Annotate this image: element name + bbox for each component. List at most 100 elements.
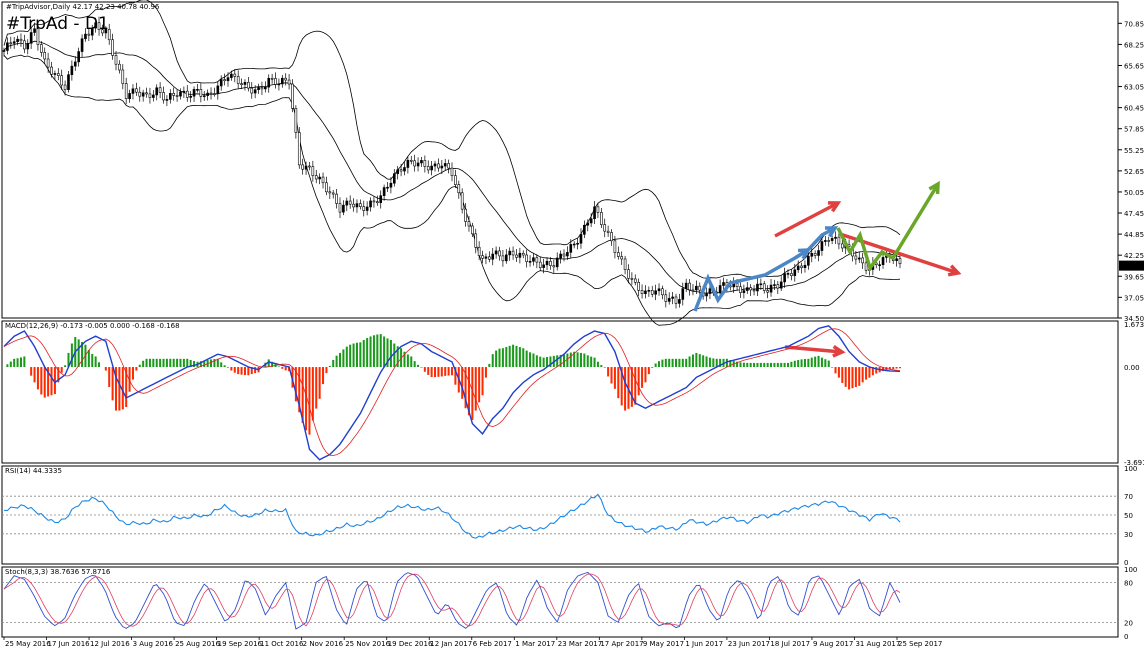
- price-axis-label: 63.05: [1124, 84, 1144, 92]
- macd-histogram-bar: [108, 367, 111, 388]
- macd-histogram-bar: [372, 335, 375, 368]
- macd-label: MACD(12,26,9) -0.173 -0.005 0.000 -0.168…: [5, 322, 180, 330]
- macd-histogram-bar: [715, 358, 718, 368]
- macd-histogram-bar: [641, 367, 644, 388]
- macd-histogram-bar: [413, 361, 416, 368]
- macd-histogram-bar: [335, 355, 338, 368]
- macd-histogram-bar: [437, 367, 440, 377]
- macd-histogram-bar: [135, 367, 138, 371]
- date-axis-label: 12 Jan 2017: [430, 640, 472, 648]
- macd-histogram-bar: [23, 356, 26, 368]
- rsi-axis-label: 100: [1124, 465, 1137, 473]
- date-axis-label: 18 Jul 2017: [770, 640, 810, 648]
- macd-histogram-bar: [814, 356, 817, 368]
- macd-histogram-bar: [505, 347, 508, 368]
- macd-histogram-bar: [447, 367, 450, 376]
- macd-histogram-bar: [450, 367, 454, 376]
- macd-histogram-bar: [94, 356, 97, 368]
- macd-histogram-bar: [6, 364, 9, 368]
- price-axis-label: 44.85: [1124, 231, 1144, 239]
- price-axis-label: 50.05: [1124, 189, 1144, 197]
- macd-histogram-bar: [142, 360, 145, 368]
- macd-histogram-bar: [797, 359, 800, 368]
- date-axis-label: 2 Nov 2016: [303, 640, 344, 648]
- macd-histogram-bar: [790, 361, 793, 368]
- macd-histogram-bar: [658, 361, 661, 368]
- macd-histogram-bar: [210, 359, 213, 368]
- macd-histogram-bar: [892, 367, 895, 370]
- macd-histogram-bar: [98, 362, 101, 368]
- date-axis-label: 25 Aug 2016: [175, 640, 220, 648]
- macd-histogram-bar: [159, 358, 162, 368]
- macd-histogram-bar: [644, 367, 647, 383]
- price-axis-label: 55.25: [1124, 147, 1144, 155]
- macd-histogram-bar: [868, 367, 871, 378]
- rsi-axis-label: 50: [1124, 512, 1133, 520]
- macd-histogram-bar: [820, 357, 823, 368]
- macd-histogram-bar: [678, 358, 681, 368]
- price-axis-label: 52.65: [1124, 168, 1144, 176]
- macd-histogram-bar: [247, 367, 250, 376]
- macd-histogram-bar: [827, 360, 830, 368]
- candle: [297, 127, 301, 169]
- macd-histogram-bar: [654, 363, 657, 368]
- macd-histogram-bar: [77, 339, 80, 368]
- macd-histogram-bar: [837, 367, 840, 378]
- macd-histogram-bar: [766, 362, 769, 368]
- macd-histogram-bar: [810, 357, 813, 368]
- macd-histogram-bar: [118, 367, 121, 411]
- macd-histogram-bar: [858, 367, 861, 386]
- macd-histogram-bar: [596, 361, 599, 368]
- date-axis-label: 19 Sep 2016: [218, 640, 263, 648]
- macd-histogram-bar: [756, 362, 759, 368]
- macd-histogram-bar: [338, 352, 342, 368]
- price-axis-label: 39.65: [1124, 273, 1144, 281]
- macd-histogram-bar: [389, 339, 392, 368]
- macd-histogram-bar: [776, 362, 779, 368]
- date-axis-label: 25 Nov 2016: [345, 640, 390, 648]
- macd-histogram-bar: [410, 356, 413, 368]
- macd-histogram-bar: [182, 358, 185, 368]
- macd-histogram-bar: [233, 367, 236, 373]
- macd-histogram-bar: [637, 367, 640, 396]
- macd-histogram-bar: [705, 356, 708, 368]
- macd-histogram-bar: [569, 352, 572, 368]
- macd-histogram-bar: [518, 347, 521, 368]
- macd-histogram-bar: [315, 367, 318, 409]
- macd-histogram-bar: [763, 362, 766, 368]
- macd-histogram-bar: [226, 367, 230, 368]
- rsi-axis-label: 70: [1124, 493, 1133, 501]
- macd-histogram-bar: [33, 367, 36, 383]
- macd-histogram-bar: [376, 334, 379, 368]
- macd-histogram-bar: [155, 358, 158, 368]
- macd-histogram-bar: [501, 348, 504, 368]
- macd-histogram-bar: [345, 346, 348, 368]
- macd-histogram-bar: [600, 365, 603, 368]
- macd-histogram-bar: [535, 355, 538, 368]
- macd-histogram-bar: [841, 367, 844, 383]
- macd-histogram-bar: [851, 367, 854, 389]
- macd-histogram-bar: [19, 357, 22, 368]
- price-axis-label: 70.85: [1124, 20, 1144, 28]
- macd-histogram-bar: [590, 356, 593, 368]
- macd-histogram-bar: [43, 367, 46, 398]
- macd-histogram-bar: [362, 339, 365, 368]
- macd-histogram-bar: [308, 367, 311, 435]
- macd-histogram-bar: [478, 367, 481, 403]
- rsi-label: RSI(14) 44.3335: [5, 467, 62, 475]
- date-axis-label: 3 Aug 2016: [133, 640, 174, 648]
- macd-histogram-bar: [770, 362, 773, 368]
- macd-histogram-bar: [698, 354, 701, 368]
- macd-histogram-bar: [111, 367, 114, 401]
- macd-histogram-bar: [861, 367, 864, 383]
- macd-histogram-bar: [780, 362, 783, 368]
- date-axis-label: 23 Jun 2017: [728, 640, 770, 648]
- date-axis-label: 9 May 2017: [643, 640, 684, 648]
- macd-histogram-bar: [688, 356, 691, 368]
- macd-histogram-bar: [593, 357, 596, 368]
- macd-histogram-bar: [186, 358, 189, 368]
- macd-histogram-bar: [322, 367, 325, 385]
- candle: [291, 79, 294, 113]
- macd-histogram-bar: [793, 360, 796, 368]
- rsi-axis-label: 30: [1124, 531, 1133, 539]
